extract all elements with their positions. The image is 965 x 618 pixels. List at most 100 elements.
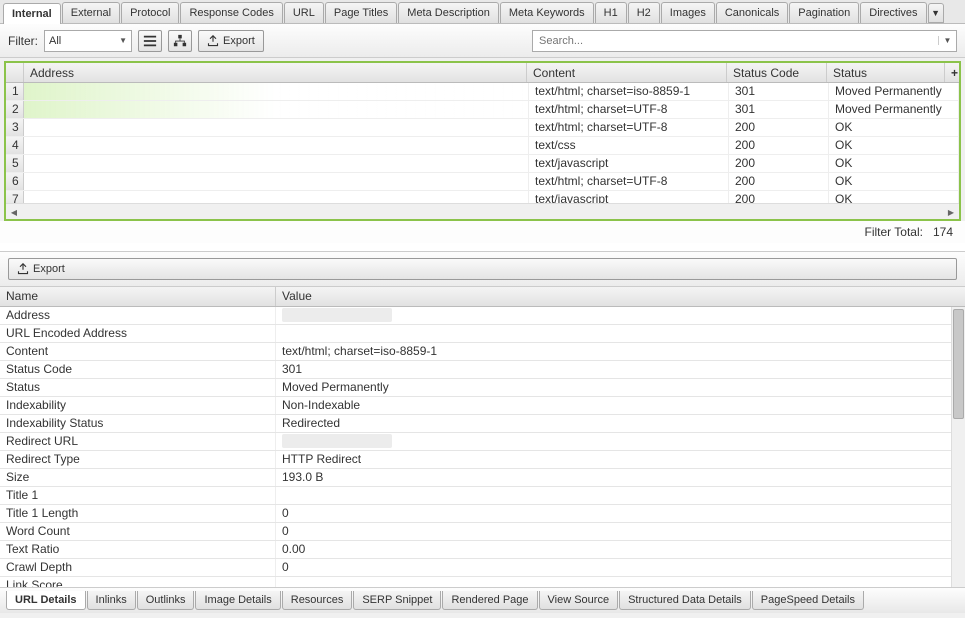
scrollbar-thumb[interactable]	[953, 309, 964, 419]
scroll-left-icon[interactable]: ◀	[6, 204, 22, 220]
bottom-tab-view-source[interactable]: View Source	[539, 591, 619, 610]
detail-name: Text Ratio	[0, 541, 276, 558]
export-details-label: Export	[33, 263, 65, 275]
detail-name: Crawl Depth	[0, 559, 276, 576]
cell-status: OK	[829, 173, 959, 190]
cell-content: text/css	[529, 137, 729, 154]
cell-status: Moved Permanently	[829, 83, 959, 100]
details-header-value[interactable]: Value	[276, 287, 965, 306]
tab-url[interactable]: URL	[284, 2, 324, 23]
list-view-button[interactable]	[138, 30, 162, 52]
table-row[interactable]: 2text/html; charset=UTF-8301Moved Perman…	[6, 101, 959, 119]
grid-header-status[interactable]: Status	[827, 63, 945, 82]
detail-row[interactable]: StatusMoved Permanently	[0, 379, 965, 397]
tree-view-button[interactable]	[168, 30, 192, 52]
lower-toolbar: Export	[0, 251, 965, 287]
bottom-tab-rendered-page[interactable]: Rendered Page	[442, 591, 537, 610]
row-number: 4	[6, 137, 24, 154]
detail-value: 0	[276, 505, 965, 522]
detail-row[interactable]: Status Code301	[0, 361, 965, 379]
cell-content: text/html; charset=UTF-8	[529, 101, 729, 118]
separator	[0, 243, 965, 251]
tab-internal[interactable]: Internal	[3, 3, 61, 24]
cell-status-code: 200	[729, 173, 829, 190]
detail-row[interactable]: URL Encoded Address	[0, 325, 965, 343]
detail-row[interactable]: Crawl Depth0	[0, 559, 965, 577]
top-tab-bar: InternalExternalProtocolResponse CodesUR…	[0, 0, 965, 24]
table-row[interactable]: 5text/javascript200OK	[6, 155, 959, 173]
grid-header-address[interactable]: Address	[24, 63, 527, 82]
grid-header-rownum	[6, 63, 24, 82]
filter-label: Filter:	[8, 34, 38, 48]
export-details-button[interactable]: Export	[8, 258, 957, 280]
detail-row[interactable]: Size193.0 B	[0, 469, 965, 487]
detail-value: Moved Permanently	[276, 379, 965, 396]
grid-add-column-button[interactable]: +	[945, 63, 959, 82]
filter-select[interactable]: All ▼	[44, 30, 132, 52]
details-panel: Name Value AddressURL Encoded AddressCon…	[0, 287, 965, 587]
search-dropdown-button[interactable]: ▼	[938, 36, 956, 45]
detail-row[interactable]: Title 1 Length0	[0, 505, 965, 523]
tab-protocol[interactable]: Protocol	[121, 2, 179, 23]
grid-header-content[interactable]: Content	[527, 63, 727, 82]
grid-horizontal-scrollbar[interactable]: ◀ ▶	[6, 203, 959, 219]
export-icon	[207, 35, 219, 47]
bottom-tab-pagespeed-details[interactable]: PageSpeed Details	[752, 591, 864, 610]
bottom-tab-resources[interactable]: Resources	[282, 591, 353, 610]
tab-external[interactable]: External	[62, 2, 120, 23]
bottom-tab-url-details[interactable]: URL Details	[6, 591, 86, 610]
tab-overflow-button[interactable]: ▼	[928, 3, 944, 23]
table-row[interactable]: 1text/html; charset=iso-8859-1301Moved P…	[6, 83, 959, 101]
detail-row[interactable]: Address	[0, 307, 965, 325]
filter-total: Filter Total: 174	[0, 221, 965, 243]
filter-total-label: Filter Total:	[864, 225, 922, 239]
tab-images[interactable]: Images	[661, 2, 715, 23]
detail-value	[276, 307, 965, 324]
tab-canonicals[interactable]: Canonicals	[716, 2, 788, 23]
detail-row[interactable]: Redirect URL	[0, 433, 965, 451]
tab-meta-keywords[interactable]: Meta Keywords	[500, 2, 594, 23]
tree-icon	[173, 34, 187, 48]
tab-page-titles[interactable]: Page Titles	[325, 2, 397, 23]
cell-status-code: 301	[729, 101, 829, 118]
detail-row[interactable]: Word Count0	[0, 523, 965, 541]
detail-value: Non-Indexable	[276, 397, 965, 414]
detail-row[interactable]: Contenttext/html; charset=iso-8859-1	[0, 343, 965, 361]
detail-row[interactable]: Text Ratio0.00	[0, 541, 965, 559]
detail-value: 0	[276, 523, 965, 540]
details-header-name[interactable]: Name	[0, 287, 276, 306]
table-row[interactable]: 6text/html; charset=UTF-8200OK	[6, 173, 959, 191]
search-box[interactable]: ▼	[532, 30, 957, 52]
cell-status-code: 200	[729, 137, 829, 154]
tab-directives[interactable]: Directives	[860, 2, 926, 23]
table-row[interactable]: 4text/css200OK	[6, 137, 959, 155]
detail-row[interactable]: Link Score	[0, 577, 965, 587]
tab-meta-description[interactable]: Meta Description	[398, 2, 499, 23]
detail-row[interactable]: Redirect TypeHTTP Redirect	[0, 451, 965, 469]
detail-value	[276, 325, 965, 342]
tab-pagination[interactable]: Pagination	[789, 2, 859, 23]
bottom-tab-serp-snippet[interactable]: SERP Snippet	[353, 591, 441, 610]
bottom-tab-image-details[interactable]: Image Details	[195, 591, 280, 610]
bottom-tab-outlinks[interactable]: Outlinks	[137, 591, 195, 610]
tab-h1[interactable]: H1	[595, 2, 627, 23]
grid-header-status-code[interactable]: Status Code	[727, 63, 827, 82]
scroll-right-icon[interactable]: ▶	[943, 204, 959, 220]
list-icon	[143, 34, 157, 48]
tab-h2[interactable]: H2	[628, 2, 660, 23]
search-input[interactable]	[533, 33, 938, 49]
detail-row[interactable]: Title 1	[0, 487, 965, 505]
tab-response-codes[interactable]: Response Codes	[180, 2, 282, 23]
cell-content: text/html; charset=UTF-8	[529, 173, 729, 190]
results-grid: Address Content Status Code Status + 1te…	[4, 61, 961, 221]
table-row[interactable]: 3text/html; charset=UTF-8200OK	[6, 119, 959, 137]
table-row[interactable]: 7text/javascript200OK	[6, 191, 959, 203]
bottom-tab-structured-data-details[interactable]: Structured Data Details	[619, 591, 751, 610]
export-button[interactable]: Export	[198, 30, 264, 52]
bottom-tab-inlinks[interactable]: Inlinks	[87, 591, 136, 610]
detail-value	[276, 487, 965, 504]
detail-row[interactable]: IndexabilityNon-Indexable	[0, 397, 965, 415]
cell-content: text/javascript	[529, 155, 729, 172]
details-vertical-scrollbar[interactable]	[951, 307, 965, 587]
detail-row[interactable]: Indexability StatusRedirected	[0, 415, 965, 433]
